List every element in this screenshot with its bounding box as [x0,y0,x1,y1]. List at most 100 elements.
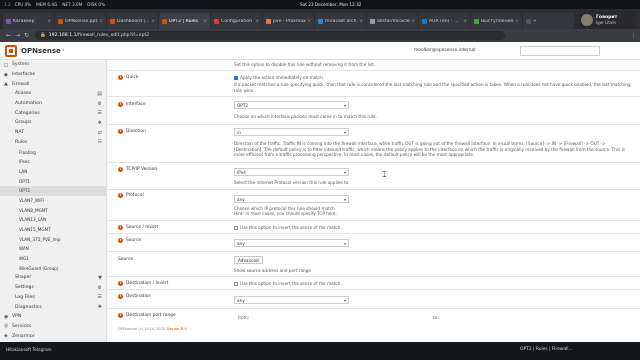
mem-stat: MEM 6.4G [36,2,58,7]
browser-tab[interactable]: Выступление × [471,13,522,29]
url-input[interactable]: 🔒 192.168.1.1 /firewall_rules_edit.php?i… [35,31,505,40]
source-invert-checkbox[interactable] [234,226,238,230]
sidebar-item[interactable]: VLAN15_MGMT [0,225,106,235]
sidebar-item[interactable]: ◎ Services [0,322,106,332]
divider [108,233,640,234]
browser-tab[interactable]: OPNsense.ppt × [55,13,106,29]
browser-tab[interactable]: Karakeep × [3,13,54,29]
sidebar-item[interactable]: WAN [0,244,106,254]
advanced-button[interactable]: Advanced [234,256,263,264]
close-tab-icon[interactable]: × [47,19,51,24]
sidebar-item[interactable]: ◻ System [0,60,106,70]
sidebar-item[interactable]: VLAN7_WIFI [0,196,106,206]
sidebar-item[interactable]: Floating [0,147,106,157]
collapse-sidebar-icon[interactable]: ‹ [62,47,64,54]
protocol-select[interactable]: any [234,195,349,203]
sidebar-item[interactable]: WireGuard (Group) [0,263,106,273]
sidebar-item[interactable]: LAN [0,167,106,177]
user-name[interactable]: moolker@opnsense.internal [414,48,475,53]
sidebar-item[interactable]: Diagnostics ✚ [0,302,106,312]
direction-select[interactable]: in [234,128,349,136]
sidebar-item[interactable]: VLAN_375_PVE_Imp [0,234,106,244]
tcpip-select[interactable]: IPv4 [234,168,349,176]
info-icon[interactable]: i [118,225,123,230]
destination-select[interactable]: any [234,296,349,304]
menu-icon[interactable]: ⋮ [631,33,636,39]
sidebar-item[interactable]: VLAN13_LAN [0,215,106,225]
browser-tab[interactable]: Configuration × [211,13,262,29]
sidebar-item-label: VLAN13_LAN [19,217,47,223]
sidebar-item[interactable]: IPsec [0,157,106,167]
search-input[interactable] [520,46,600,56]
dest-invert-row[interactable]: Use this option to invert the sense of t… [234,281,634,287]
sidebar-item[interactable]: OPT2 [0,185,106,196]
quick-checkbox[interactable] [234,76,238,80]
close-tab-icon[interactable]: × [151,19,155,24]
browser-tab[interactable]: + [523,13,574,29]
divider [108,289,640,290]
info-icon[interactable]: i [118,75,123,80]
sidebar-item[interactable]: Shaper ▼ [0,273,106,283]
speaking-notification[interactable]: Говорит Igor Litvin [578,11,636,29]
opnsense-logo-icon [5,45,17,57]
info-icon[interactable]: i [118,238,123,243]
divider [108,220,640,221]
close-tab-icon[interactable]: × [463,19,467,24]
dest-invert-checkbox[interactable] [234,282,238,286]
sidebar-item[interactable]: ▲ Firewall [0,79,106,89]
sidebar-item[interactable]: NAT ⇄ [0,128,106,138]
divider [108,162,640,163]
info-icon[interactable]: i [118,294,123,299]
source-select[interactable]: any [234,239,349,247]
browser-tab[interactable]: allsfar/miracle × [367,13,418,29]
close-tab-icon[interactable]: × [359,19,363,24]
sidebar-item[interactable]: Rules ☷ [0,138,106,148]
sidebar-item[interactable]: Groups ❖ [0,118,106,128]
sidebar-item[interactable]: Aliases ▤ [0,89,106,99]
close-tab-icon[interactable]: × [515,19,519,24]
divider [108,189,640,190]
sidebar-item[interactable]: Automation ⚙ [0,99,106,109]
browser-tab[interactable]: OPT2 | Rules × [159,13,210,29]
browser-tab[interactable]: AUR (en) - mirac× [419,13,470,29]
close-tab-icon[interactable]: × [255,19,259,24]
sidebar-item[interactable]: Categories ☰ [0,108,106,118]
browser-tab[interactable]: pve - Proxmox × [263,13,314,29]
close-tab-icon[interactable]: × [411,19,415,24]
info-icon[interactable]: i [118,313,123,318]
sidebar-item[interactable]: ◉ VPN [0,312,106,322]
taskbar-active-window[interactable]: OPT2 | Rules | Firewall... [520,347,573,352]
source-invert-row[interactable]: Use this option to invert the sense of t… [234,225,634,231]
sidebar-item[interactable]: ◈ Zenarmor [0,331,106,341]
interface-select[interactable]: OPT2 [234,101,349,109]
tab-favicon-icon [318,18,323,24]
info-icon[interactable]: i [118,193,123,198]
close-tab-icon[interactable]: × [99,19,103,24]
sidebar-item[interactable]: OPT1 [0,176,106,186]
sidebar-item-label: WAN [19,246,29,252]
info-icon[interactable]: i [118,281,123,286]
workspace-indicator[interactable]: 1 2 [4,2,11,7]
back-icon[interactable]: ← [4,32,13,39]
sidebar-item[interactable]: Log Files ☰ [0,293,106,303]
tcpip-label-text: TCP/IP Version [126,167,158,172]
dest-port-label-text: Destination port range [126,313,176,318]
close-tab-icon[interactable]: × [203,19,207,24]
footer-org[interactable]: Deciso B.V. [167,326,188,331]
taskbar-left-label[interactable]: Hitokiansoft Telegram [6,347,52,352]
sidebar-item-label: Floating [19,149,36,155]
quick-checkbox-row[interactable]: Apply the action immediately on match. [234,75,634,81]
sidebar-item[interactable]: VLAN8_MGMT [0,205,106,215]
browser-tab[interactable]: miracast arch × [315,13,366,29]
reload-icon[interactable]: ↻ [22,32,31,39]
sidebar-item[interactable]: ◆ Interfaces [0,70,106,80]
info-icon[interactable]: i [118,167,123,172]
info-icon[interactable]: i [118,102,123,107]
sidebar-item[interactable]: Settings ⚙ [0,283,106,293]
sidebar-item[interactable]: WG1 [0,254,106,264]
close-tab-icon[interactable]: × [307,19,311,24]
browser-tab[interactable]: Dashboard | Lo × [107,13,158,29]
forward-icon[interactable]: → [13,32,22,39]
info-icon[interactable]: i [118,129,123,134]
sidebar-item-label: WireGuard (Group) [19,265,59,271]
